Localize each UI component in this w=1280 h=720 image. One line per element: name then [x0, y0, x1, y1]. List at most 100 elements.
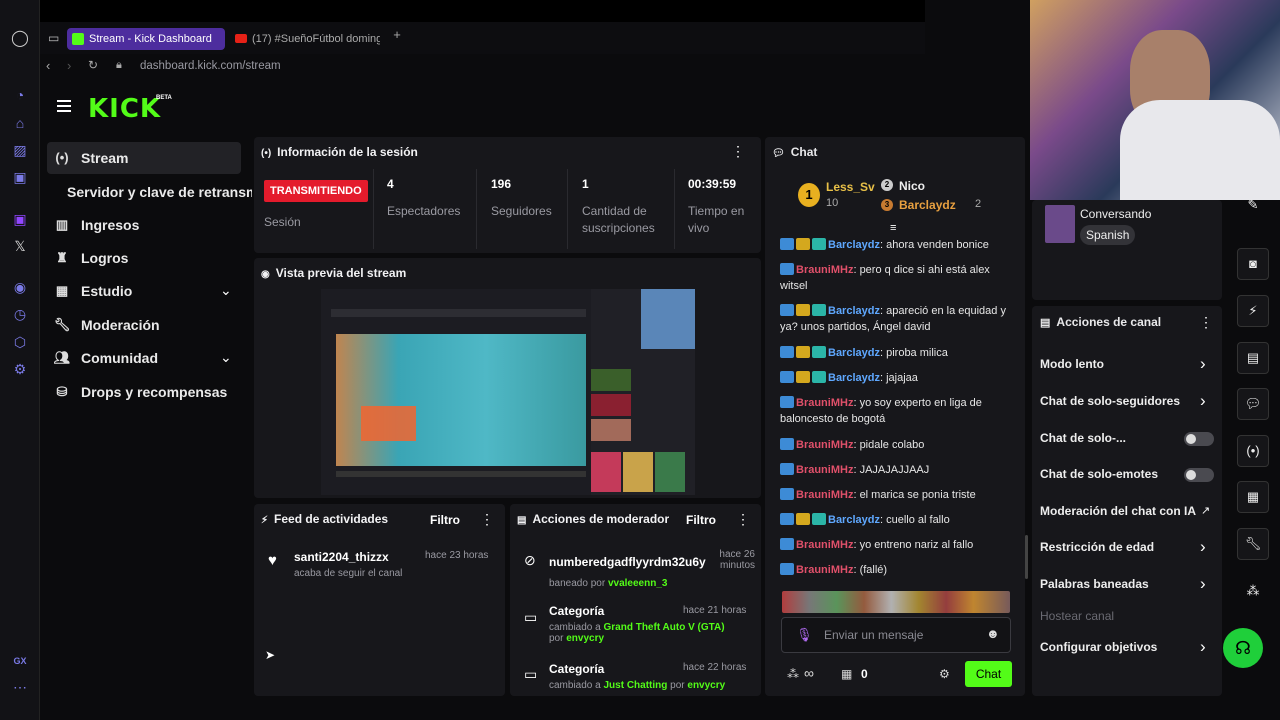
speed-dial-icon[interactable]: ◔: [11, 86, 29, 104]
sidebar-item-server-key[interactable]: Servidor y clave de retransm: [67, 179, 252, 205]
lightning-icon[interactable]: ⚡︎: [1237, 295, 1269, 327]
beta-label: BETA: [156, 95, 172, 101]
channel-action-7[interactable]: Palabras baneadas: [1040, 577, 1149, 591]
chat-username[interactable]: BrauniMHz: [796, 439, 853, 451]
document-icon[interactable]: ▤: [1237, 342, 1269, 374]
chat-username[interactable]: Barclaydz: [828, 514, 880, 526]
sidebar-item-drops[interactable]: ⛁ Drops y recompensas: [57, 379, 228, 405]
chat-username[interactable]: BrauniMHz: [796, 264, 853, 276]
store-icon[interactable]: ▦: [841, 667, 852, 681]
chat-username[interactable]: Barclaydz: [828, 239, 880, 251]
more-icon[interactable]: ⋮: [731, 143, 745, 160]
chat-bubble-icon[interactable]: 💬︎: [1237, 388, 1269, 420]
chat-input[interactable]: 🎙︎ Enviar un mensaje ☻: [781, 617, 1011, 653]
chat-username[interactable]: Barclaydz: [828, 305, 880, 317]
points-icon[interactable]: ⁂: [1237, 576, 1269, 608]
sidebar-item-moderacion[interactable]: 🔧︎ Moderación: [54, 312, 160, 338]
emoji-icon[interactable]: ☻: [986, 626, 1000, 641]
chat-scrollbar[interactable]: [1025, 535, 1028, 579]
chevron-down-icon[interactable]: ⌄: [220, 349, 232, 366]
chat-username[interactable]: Barclaydz: [828, 372, 880, 384]
chevron-right-icon[interactable]: ›: [1200, 354, 1206, 374]
tab-youtube[interactable]: (17) #SueñoFútbol doming: [230, 28, 380, 50]
new-tab-button[interactable]: +: [390, 28, 404, 42]
channel-action-3[interactable]: Chat de solo-...: [1040, 431, 1126, 445]
category-thumbnail[interactable]: [1045, 205, 1075, 243]
tab-list-icon[interactable]: ▭: [48, 31, 59, 45]
category-icon: ▭: [524, 609, 538, 625]
chat-username[interactable]: BrauniMHz: [796, 397, 853, 409]
channel-action-1[interactable]: Modo lento: [1040, 357, 1104, 371]
tab-kick-dashboard[interactable]: Stream - Kick Dashboard: [67, 28, 225, 50]
chevron-right-icon[interactable]: ›: [1200, 574, 1206, 594]
camera-icon[interactable]: ◙: [1237, 248, 1269, 280]
sidebar-item-estudio[interactable]: ▦ Estudio: [56, 278, 133, 304]
feed-more-icon[interactable]: ⋮: [480, 511, 494, 528]
channel-actions-more-icon[interactable]: ⋮: [1199, 314, 1213, 331]
support-headset-icon[interactable]: ☊: [1223, 628, 1263, 668]
stream-preview-video[interactable]: [321, 289, 695, 495]
channel-action-6[interactable]: Restricción de edad: [1040, 540, 1154, 554]
emote-bar[interactable]: [782, 591, 1010, 613]
chevron-down-icon[interactable]: ⌄: [220, 282, 232, 299]
url-field[interactable]: dashboard.kick.com/stream: [140, 60, 281, 72]
opera-logo-icon[interactable]: ◯: [11, 30, 29, 48]
language-tag[interactable]: Spanish: [1080, 225, 1136, 245]
chat-username[interactable]: BrauniMHz: [796, 539, 853, 551]
channel-action-2[interactable]: Chat de solo-seguidores: [1040, 394, 1180, 408]
reload-icon[interactable]: ↻: [88, 58, 98, 72]
chevron-right-icon[interactable]: ›: [1200, 391, 1206, 411]
modactions-filter-button[interactable]: Filtro: [686, 513, 716, 527]
top-gifter-1[interactable]: Less_Sv: [826, 180, 875, 194]
channel-action-5[interactable]: Moderación del chat con IA: [1040, 504, 1196, 518]
feed-filter-button[interactable]: Filtro: [430, 513, 460, 527]
points-icon[interactable]: ⁂: [787, 667, 799, 681]
more-dots-icon[interactable]: ⋯: [11, 678, 29, 696]
chat-username[interactable]: BrauniMHz: [796, 489, 853, 501]
layout-icon[interactable]: ▦: [1237, 481, 1269, 513]
edit-icon[interactable]: ✎: [1237, 190, 1269, 222]
kick-logo[interactable]: KICK: [88, 94, 161, 124]
grid-icon[interactable]: ▨: [11, 141, 29, 159]
broadcast-icon[interactable]: (•): [1237, 435, 1269, 467]
channel-action-4[interactable]: Chat de solo-emotes: [1040, 467, 1158, 481]
settings-gear-icon[interactable]: ⚙: [11, 360, 29, 378]
sidebar-item-ingresos[interactable]: ▥ Ingresos: [56, 212, 140, 238]
back-icon[interactable]: ‹: [46, 58, 50, 73]
kick-favicon-icon: [72, 33, 84, 45]
wrench-icon[interactable]: 🔧︎: [1237, 528, 1269, 560]
toggle-switch[interactable]: [1184, 468, 1214, 482]
sidebar-item-comunidad[interactable]: 👥︎ Comunidad: [54, 345, 158, 371]
toggle-switch[interactable]: [1184, 432, 1214, 446]
external-link-icon[interactable]: ↗: [1201, 504, 1210, 517]
chat-settings-icon[interactable]: ⚙: [939, 667, 950, 681]
channel-action-8: Hostear canal: [1040, 609, 1114, 623]
top-gifter-2[interactable]: Nico: [899, 179, 925, 193]
chat-username[interactable]: Barclaydz: [828, 347, 880, 359]
chevron-right-icon[interactable]: ›: [1200, 537, 1206, 557]
channel-action-9[interactable]: Configurar objetivos: [1040, 640, 1157, 654]
chat-username[interactable]: BrauniMHz: [796, 464, 853, 476]
sidebar-item-stream-bg[interactable]: [47, 142, 241, 174]
chat-username[interactable]: BrauniMHz: [796, 564, 853, 576]
sidebar-item-logros[interactable]: ♜ Logros: [56, 245, 128, 271]
x-icon[interactable]: 𝕏: [11, 237, 29, 255]
hamburger-menu-icon[interactable]: [57, 100, 71, 112]
sidebar-item-stream[interactable]: (•) Stream: [55, 145, 128, 171]
top-gifter-3[interactable]: Barclaydz: [899, 198, 956, 212]
chevron-right-icon[interactable]: ›: [1200, 637, 1206, 657]
twitch-icon[interactable]: ▣: [11, 210, 29, 228]
player-icon[interactable]: ◉: [11, 278, 29, 296]
microphone-icon[interactable]: 🎙︎: [796, 627, 813, 643]
extensions-icon[interactable]: ⬡: [11, 333, 29, 351]
send-chat-button[interactable]: Chat: [965, 661, 1012, 687]
mod-item-title[interactable]: numberedgadflyyrdm32u6y: [549, 555, 714, 569]
modactions-more-icon[interactable]: ⋮: [736, 511, 750, 528]
pinned-toggle-icon[interactable]: ≡: [890, 222, 896, 234]
forward-icon[interactable]: ›: [67, 58, 71, 73]
session-info-title: (•) Información de la sesión: [261, 145, 418, 159]
history-icon[interactable]: ◷: [11, 305, 29, 323]
messenger-icon[interactable]: ▣: [11, 168, 29, 186]
feed-item-user[interactable]: santi2204_thizzx: [294, 550, 389, 564]
bag-icon[interactable]: ⌂: [11, 114, 29, 132]
